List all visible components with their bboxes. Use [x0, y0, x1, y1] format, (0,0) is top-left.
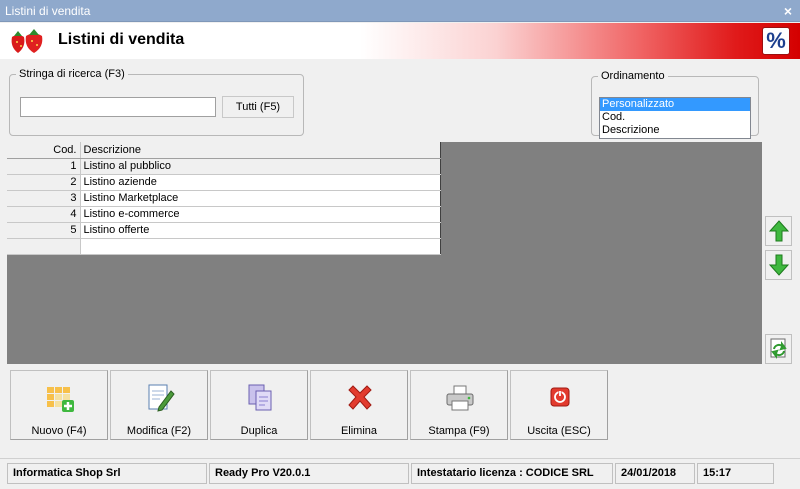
ordering-listbox[interactable]: Personalizzato Cod. Descrizione — [599, 97, 751, 139]
cell-descrizione[interactable] — [80, 238, 441, 255]
column-header-descrizione[interactable]: Descrizione — [80, 142, 441, 159]
cell-cod[interactable] — [7, 238, 81, 255]
power-exit-icon — [545, 383, 575, 413]
header-banner: Listini di vendita % — [0, 23, 800, 59]
status-company: Informatica Shop Srl — [7, 463, 207, 484]
delete-button-label: Elimina — [340, 425, 378, 437]
ordering-option[interactable]: Cod. — [600, 111, 750, 124]
status-version: Ready Pro V20.0.1 — [209, 463, 409, 484]
cell-cod[interactable]: 1 — [7, 158, 81, 175]
delete-button[interactable]: Elimina — [310, 370, 408, 440]
exit-button-label: Uscita (ESC) — [527, 425, 591, 437]
status-date: 24/01/2018 — [615, 463, 695, 484]
title-bar: Listini di vendita × — [0, 0, 800, 22]
status-license: Intestatario licenza : CODICE SRL — [411, 463, 613, 484]
cell-descrizione[interactable]: Listino e-commerce — [80, 206, 441, 223]
printer-icon — [445, 383, 475, 413]
table-row[interactable]: 5 Listino offerte — [7, 222, 441, 239]
move-up-button[interactable] — [765, 216, 792, 246]
duplicate-icon — [245, 383, 275, 413]
table-header-row: Cod. Descrizione — [7, 142, 441, 159]
column-header-cod[interactable]: Cod. — [7, 142, 81, 159]
table-row[interactable]: 4 Listino e-commerce — [7, 206, 441, 223]
cell-cod[interactable]: 2 — [7, 174, 81, 191]
refresh-page-icon — [770, 338, 787, 359]
table-row-empty[interactable] — [7, 238, 441, 255]
exit-button[interactable]: Uscita (ESC) — [510, 370, 608, 440]
edit-button[interactable]: Modifica (F2) — [110, 370, 208, 440]
price-list-table[interactable]: Cod. Descrizione 1 Listino al pubblico 2… — [7, 142, 441, 255]
status-bar: Informatica Shop Srl Ready Pro V20.0.1 I… — [0, 458, 800, 489]
page-title: Listini di vendita — [58, 31, 185, 48]
duplicate-button-label: Duplica — [240, 425, 278, 437]
edit-button-label: Modifica (F2) — [126, 425, 192, 437]
move-down-button[interactable] — [765, 250, 792, 280]
refresh-button[interactable] — [765, 334, 792, 364]
ordering-option[interactable]: Personalizzato — [600, 98, 750, 111]
cell-cod[interactable]: 4 — [7, 206, 81, 223]
ordering-group: Ordinamento Personalizzato Cod. Descrizi… — [591, 70, 759, 139]
search-group: Stringa di ricerca (F3) Tutti (F5) — [9, 68, 304, 136]
percent-icon: % — [762, 27, 790, 55]
table-row[interactable]: 1 Listino al pubblico — [7, 158, 441, 175]
delete-x-icon — [345, 383, 375, 413]
edit-document-icon — [145, 383, 175, 413]
cell-descrizione[interactable]: Listino Marketplace — [80, 190, 441, 207]
close-icon[interactable]: × — [784, 3, 792, 19]
ordering-legend: Ordinamento — [601, 70, 665, 82]
arrow-up-icon — [768, 220, 789, 242]
grid-area: Cod. Descrizione 1 Listino al pubblico 2… — [7, 142, 762, 364]
show-all-button[interactable]: Tutti (F5) — [222, 96, 294, 118]
arrow-down-icon — [768, 254, 789, 276]
table-row[interactable]: 2 Listino aziende — [7, 174, 441, 191]
new-button[interactable]: Nuovo (F4) — [10, 370, 108, 440]
cell-descrizione[interactable]: Listino al pubblico — [80, 158, 441, 175]
status-time: 15:17 — [697, 463, 774, 484]
cell-cod[interactable]: 5 — [7, 222, 81, 239]
print-button-label: Stampa (F9) — [428, 425, 490, 437]
duplicate-button[interactable]: Duplica — [210, 370, 308, 440]
cell-descrizione[interactable]: Listino aziende — [80, 174, 441, 191]
new-grid-icon — [45, 383, 75, 413]
window-title: Listini di vendita — [5, 4, 91, 18]
ordering-option[interactable]: Descrizione — [600, 124, 750, 137]
strawberries-icon — [11, 29, 43, 53]
table-row[interactable]: 3 Listino Marketplace — [7, 190, 441, 207]
print-button[interactable]: Stampa (F9) — [410, 370, 508, 440]
search-input[interactable] — [20, 97, 216, 117]
new-button-label: Nuovo (F4) — [31, 425, 87, 437]
cell-descrizione[interactable]: Listino offerte — [80, 222, 441, 239]
search-legend: Stringa di ricerca (F3) — [19, 68, 125, 80]
cell-cod[interactable]: 3 — [7, 190, 81, 207]
